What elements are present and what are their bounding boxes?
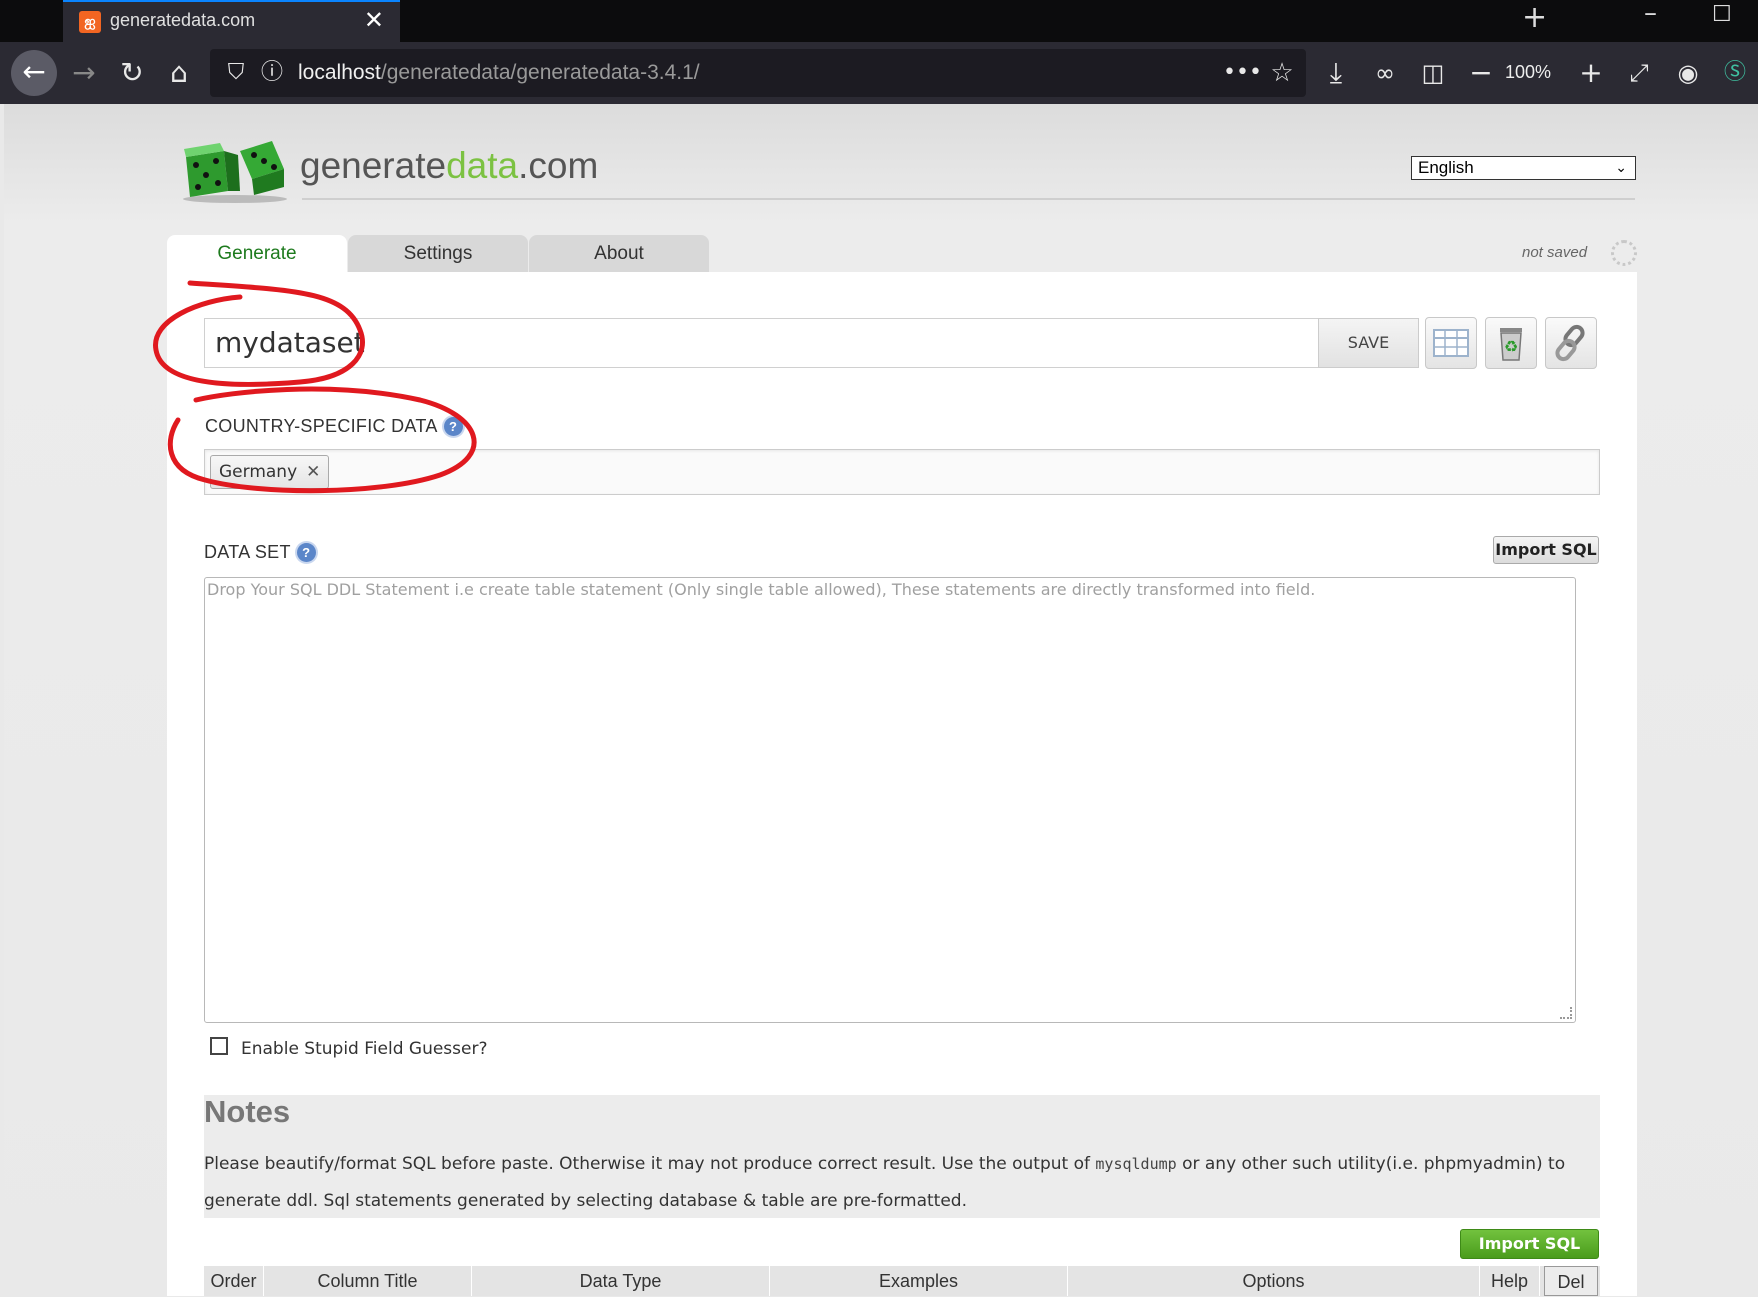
url-text[interactable]: localhost/generatedata/generatedata-3.4.… xyxy=(298,61,700,85)
column-header-title: Column Title xyxy=(264,1266,472,1296)
column-header-examples: Examples xyxy=(770,1266,1068,1296)
load-dataset-button[interactable] xyxy=(1425,317,1477,369)
site-logo-text[interactable]: generatedata.com xyxy=(300,145,598,187)
country-chip-germany[interactable]: Germany ✕ xyxy=(210,455,330,489)
column-header-order: Order xyxy=(204,1266,264,1296)
download-icon[interactable]: ⤓ xyxy=(1318,55,1354,91)
account-icon[interactable]: ◉ xyxy=(1670,55,1706,91)
close-tab-icon[interactable]: ✕ xyxy=(364,6,384,34)
import-sql-green-button[interactable]: Import SQL xyxy=(1460,1229,1599,1259)
browser-tab[interactable]: ஐ generatedata.com ✕ xyxy=(63,0,400,42)
forward-icon[interactable]: → xyxy=(66,55,102,91)
save-status: not saved xyxy=(1522,244,1588,261)
country-multiselect[interactable] xyxy=(204,449,1600,495)
loading-spinner-icon xyxy=(1611,240,1637,266)
more-actions-icon[interactable]: ••• xyxy=(1223,55,1262,91)
private-mask-icon[interactable]: ∞ xyxy=(1367,55,1403,91)
table-grid-icon xyxy=(1433,329,1469,357)
resize-grip-icon[interactable] xyxy=(1560,1007,1572,1019)
zoom-out-icon[interactable]: − xyxy=(1463,55,1499,91)
address-bar[interactable]: ⛉ ⓘ localhost/generatedata/generatedata-… xyxy=(210,49,1306,97)
field-guesser-checkbox[interactable] xyxy=(210,1037,228,1055)
sql-ddl-textarea[interactable]: Drop Your SQL DDL Statement i.e create t… xyxy=(204,577,1576,1023)
country-section-label: COUNTRY-SPECIFIC DATA? xyxy=(205,416,463,437)
chevron-down-icon: ⌄ xyxy=(1615,159,1627,175)
zoom-level[interactable]: 100% xyxy=(1505,62,1551,83)
notes-title: Notes xyxy=(204,1094,291,1129)
extension-s-icon[interactable]: Ⓢ xyxy=(1717,55,1753,91)
tab-about[interactable]: About xyxy=(529,235,709,273)
maximize-window-icon[interactable]: ☐ xyxy=(1712,2,1732,27)
sidebar-icon[interactable]: ◫ xyxy=(1415,55,1451,91)
save-button[interactable]: SAVE xyxy=(1318,318,1419,368)
share-link-button[interactable] xyxy=(1545,317,1597,369)
browser-toolbar: ← → ↻ ⌂ ⛉ ⓘ localhost/generatedata/gener… xyxy=(0,42,1758,104)
help-icon[interactable]: ? xyxy=(296,543,316,562)
column-header-data-type: Data Type xyxy=(472,1266,770,1296)
tab-generate[interactable]: Generate xyxy=(167,235,347,273)
minimize-window-icon[interactable]: – xyxy=(1644,0,1657,28)
field-guesser-label[interactable]: Enable Stupid Field Guesser? xyxy=(241,1039,487,1059)
remove-chip-icon[interactable]: ✕ xyxy=(306,462,320,482)
header-divider xyxy=(302,198,1635,200)
column-header-help: Help xyxy=(1480,1266,1540,1296)
delete-dataset-button[interactable]: ♻ xyxy=(1485,317,1537,369)
dataset-name-input[interactable]: mydataset xyxy=(204,318,1319,368)
tab-title: generatedata.com xyxy=(110,10,256,30)
column-header-options: Options xyxy=(1068,1266,1480,1296)
notes-text: Please beautify/format SQL before paste.… xyxy=(204,1154,1566,1211)
data-set-label: DATA SET? xyxy=(204,542,316,563)
import-sql-button[interactable]: Import SQL xyxy=(1493,536,1599,564)
back-icon[interactable]: ← xyxy=(11,50,57,96)
tab-settings[interactable]: Settings xyxy=(348,235,528,273)
info-icon[interactable]: ⓘ xyxy=(254,55,290,91)
column-header-del[interactable]: Del xyxy=(1544,1266,1598,1296)
zoom-in-icon[interactable]: + xyxy=(1573,55,1609,91)
fields-table-header: Order Column Title Data Type Examples Op… xyxy=(204,1266,1600,1296)
svg-text:♻: ♻ xyxy=(1504,337,1518,356)
home-icon[interactable]: ⌂ xyxy=(161,55,197,91)
help-icon[interactable]: ? xyxy=(443,417,463,436)
language-select[interactable]: English ⌄ xyxy=(1411,156,1636,180)
reload-icon[interactable]: ↻ xyxy=(114,55,150,91)
shield-icon[interactable]: ⛉ xyxy=(218,55,254,91)
textarea-placeholder: Drop Your SQL DDL Statement i.e create t… xyxy=(207,580,1316,599)
recycle-bin-icon: ♻ xyxy=(1500,328,1522,361)
new-tab-icon[interactable]: + xyxy=(1522,0,1547,35)
chain-link-icon xyxy=(1555,324,1585,362)
dice-logo-icon xyxy=(183,141,287,203)
fullscreen-icon[interactable]: ⤢ xyxy=(1621,55,1657,91)
bookmark-star-icon[interactable]: ☆ xyxy=(1264,55,1300,91)
site-favicon-icon: ஐ xyxy=(79,11,101,33)
